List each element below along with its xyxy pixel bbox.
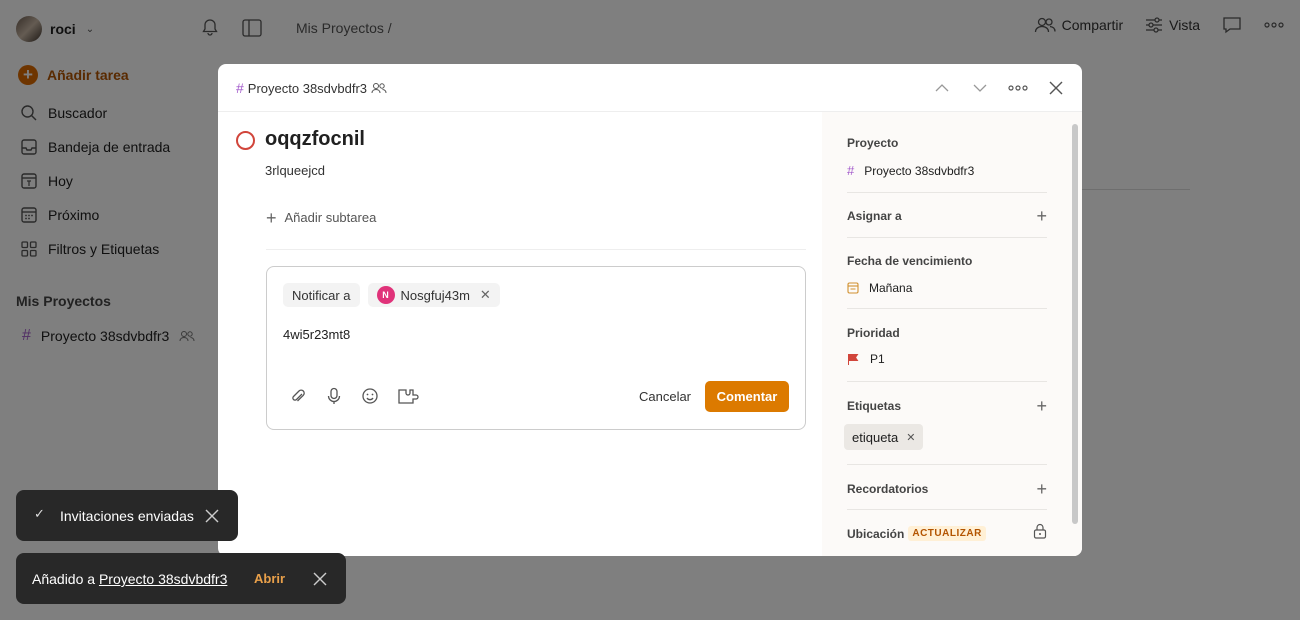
assign-section[interactable]: Asignar a + (847, 193, 1047, 238)
labels-label: Etiquetas (847, 399, 902, 413)
modal-project-link[interactable]: # Proyecto 38sdvbdfr3 (236, 80, 387, 96)
reminders-label: Recordatorios (847, 482, 929, 496)
toast-invitations-text: Invitaciones enviadas (60, 508, 194, 524)
project-label: Proyecto (847, 136, 899, 150)
plus-icon[interactable]: + (1036, 397, 1047, 415)
toast-added-prefix: Añadido a (32, 571, 99, 587)
task-title[interactable]: oqqzfocnil (265, 128, 365, 151)
due-date-selector[interactable]: Mañana (847, 281, 912, 295)
upgrade-badge[interactable]: ACTUALIZAR (908, 526, 986, 541)
modal-project-name: Proyecto 38sdvbdfr3 (247, 80, 368, 96)
task-description[interactable]: 3rlqueejcd (265, 163, 325, 178)
microphone-icon[interactable] (325, 387, 343, 405)
location-label-row: Ubicación ACTUALIZAR (847, 526, 986, 541)
scrollbar[interactable] (1072, 124, 1078, 524)
plus-icon[interactable]: + (1036, 480, 1047, 498)
previous-task-button[interactable] (930, 76, 954, 100)
mention-name: Nosgfuj43m (400, 287, 470, 303)
task-modal: # Proyecto 38sdvbdfr3 oqqzfocnil 3rlquee… (218, 64, 1082, 556)
extensions-icon[interactable] (397, 387, 419, 405)
notify-row: Notificar a N Nosgfuj43m ✕ (283, 283, 500, 307)
reminders-section[interactable]: Recordatorios + (847, 465, 1047, 510)
due-date-section: Fecha de vencimiento Mañana (847, 238, 1047, 309)
location-section[interactable]: Ubicación ACTUALIZAR (847, 510, 1047, 556)
more-icon (1008, 85, 1028, 91)
modal-actions (930, 76, 1068, 100)
chevron-down-icon (973, 84, 987, 92)
next-task-button[interactable] (968, 76, 992, 100)
shared-icon (371, 83, 387, 94)
assign-label: Asignar a (847, 209, 902, 223)
labels-section: Etiquetas + etiqueta ✕ (844, 382, 1047, 465)
flag-icon (848, 353, 859, 365)
lock-icon (1033, 523, 1047, 539)
cancel-button[interactable]: Cancelar (625, 381, 705, 412)
attachment-icon[interactable] (289, 387, 307, 405)
hash-icon: # (236, 80, 244, 96)
close-icon[interactable] (313, 572, 327, 586)
toast-added: Añadido a Proyecto 38sdvbdfr3 Abrir (16, 553, 346, 604)
modal-header: # Proyecto 38sdvbdfr3 (218, 64, 1082, 112)
toast-project-link[interactable]: Proyecto 38sdvbdfr3 (99, 571, 227, 587)
location-label: Ubicación (847, 526, 905, 541)
hash-icon: # (847, 163, 855, 178)
label-chip-text: etiqueta (852, 429, 899, 445)
calendar-icon (847, 282, 859, 294)
check-icon: ✓ (34, 506, 45, 521)
notify-label-chip[interactable]: Notificar a (283, 283, 360, 307)
comment-tools (289, 387, 419, 405)
divider (266, 249, 806, 250)
chevron-up-icon (935, 84, 949, 92)
project-selector[interactable]: # Proyecto 38sdvbdfr3 (847, 163, 974, 178)
project-section: Proyecto # Proyecto 38sdvbdfr3 (847, 136, 1047, 193)
comment-editor[interactable]: Notificar a N Nosgfuj43m ✕ 4wi5r23mt8 Ca… (266, 266, 806, 430)
emoji-icon[interactable] (361, 387, 379, 405)
remove-mention-icon[interactable]: ✕ (480, 287, 491, 303)
mention-chip[interactable]: N Nosgfuj43m ✕ (367, 283, 500, 307)
close-icon[interactable] (205, 509, 219, 523)
toast-open-button[interactable]: Abrir (254, 571, 285, 586)
add-subtask-button[interactable]: + Añadir subtarea (266, 207, 377, 228)
priority-value: P1 (870, 352, 885, 366)
priority-label: Prioridad (847, 326, 900, 340)
due-date-label: Fecha de vencimiento (847, 254, 973, 268)
task-details-pane: Proyecto # Proyecto 38sdvbdfr3 Asignar a… (822, 112, 1082, 556)
add-subtask-label: Añadir subtarea (284, 210, 377, 225)
task-main-pane: oqqzfocnil 3rlqueejcd + Añadir subtarea … (218, 112, 822, 556)
more-options-button[interactable] (1006, 76, 1030, 100)
comment-input[interactable]: 4wi5r23mt8 (283, 327, 350, 342)
plus-icon: + (266, 207, 277, 228)
priority-section: Prioridad P1 (847, 309, 1047, 382)
toast-invitations: ✓ Invitaciones enviadas (16, 490, 238, 541)
remove-label-icon[interactable]: ✕ (906, 431, 915, 444)
comment-submit-button[interactable]: Comentar (705, 381, 789, 412)
close-modal-button[interactable] (1044, 76, 1068, 100)
mention-avatar: N (376, 286, 395, 304)
label-chip[interactable]: etiqueta ✕ (844, 424, 924, 450)
priority-selector[interactable]: P1 (847, 352, 885, 366)
close-icon (1049, 81, 1063, 95)
project-value: Proyecto 38sdvbdfr3 (864, 163, 975, 178)
toast-added-text: Añadido a Proyecto 38sdvbdfr3 (32, 571, 227, 587)
complete-task-checkbox[interactable] (236, 131, 255, 150)
due-date-value: Mañana (869, 281, 913, 295)
plus-icon[interactable]: + (1036, 207, 1047, 225)
